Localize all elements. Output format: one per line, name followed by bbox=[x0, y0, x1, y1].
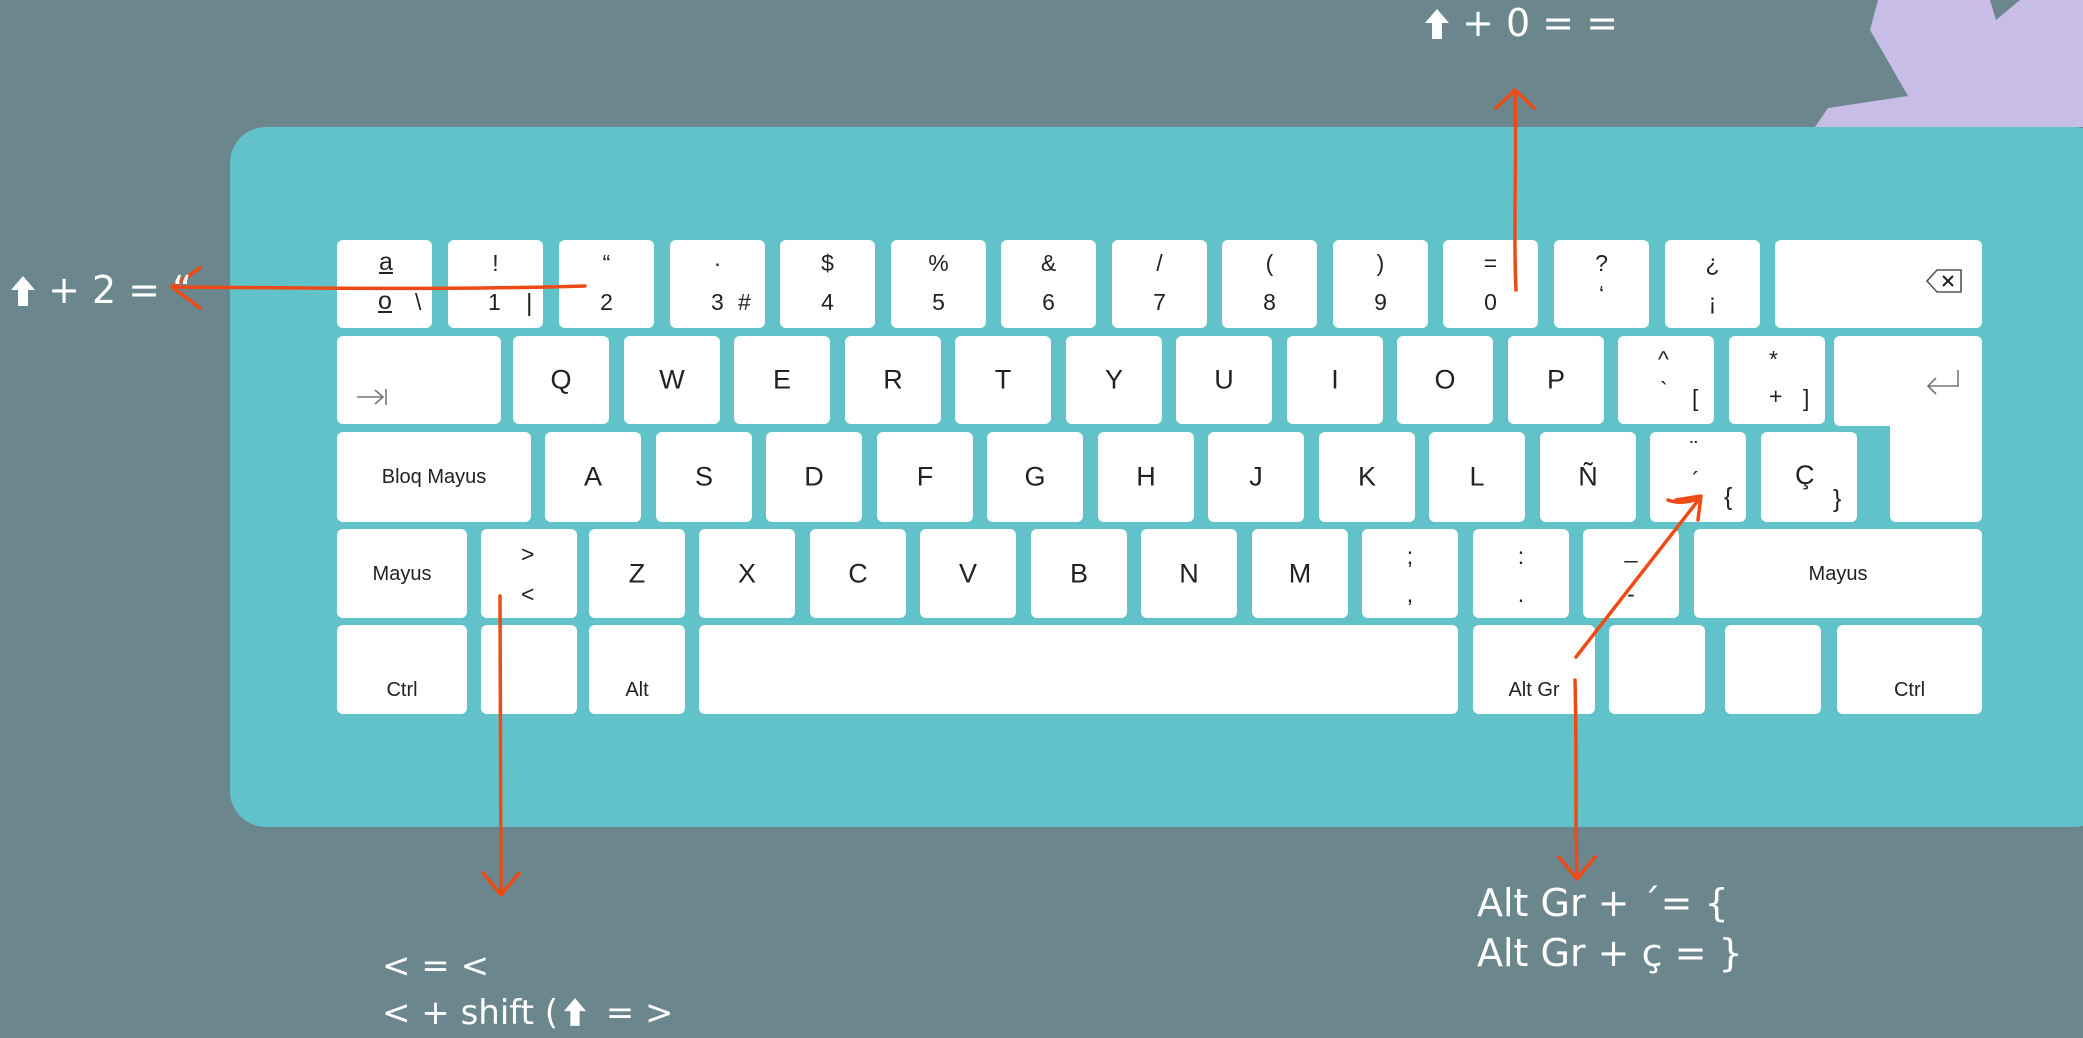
altgr-note-line1-text: Alt Gr + ´= { bbox=[1477, 881, 1729, 925]
annotation-arrows bbox=[170, 88, 1703, 897]
altgr-note-line2: Alt Gr + ç = } bbox=[1477, 934, 1743, 972]
arrow-key-0-to-note bbox=[1513, 90, 1518, 292]
angle-note-line1: < = < bbox=[382, 949, 489, 983]
altgr-note-line2-text: Alt Gr + ç = } bbox=[1477, 931, 1743, 975]
shift-arrow-icon bbox=[563, 998, 586, 1026]
shift-arrow-icon bbox=[1425, 9, 1449, 39]
arrow-key-2-to-note bbox=[174, 284, 587, 291]
arrow-altgr-to-acute bbox=[1574, 496, 1702, 659]
two-shift-note-text: + 2 = “ bbox=[48, 268, 192, 312]
two-shift-note: + 2 = “ bbox=[10, 271, 192, 309]
zero-shift-note: + 0 = = bbox=[1424, 4, 1618, 42]
angle-note-line2-end: = > bbox=[605, 993, 674, 1033]
angle-note-line1-text: < = < bbox=[382, 946, 490, 986]
arrow-altgr-down bbox=[1573, 678, 1579, 879]
zero-shift-note-text: + 0 = = bbox=[1462, 1, 1619, 45]
keyboard-diagram: a o \ ! 1 | “ 2 · 3 # $ 4 % 5 & 6 / 7 ( … bbox=[0, 0, 2083, 1038]
angle-note-line2-text: < + shift ( bbox=[382, 993, 559, 1033]
shift-arrow-icon bbox=[11, 276, 35, 306]
altgr-note-line1: Alt Gr + ´= { bbox=[1477, 884, 1729, 922]
angle-note-line2: < + shift ( = > bbox=[382, 996, 674, 1030]
arrow-angle-key-down bbox=[498, 594, 503, 895]
